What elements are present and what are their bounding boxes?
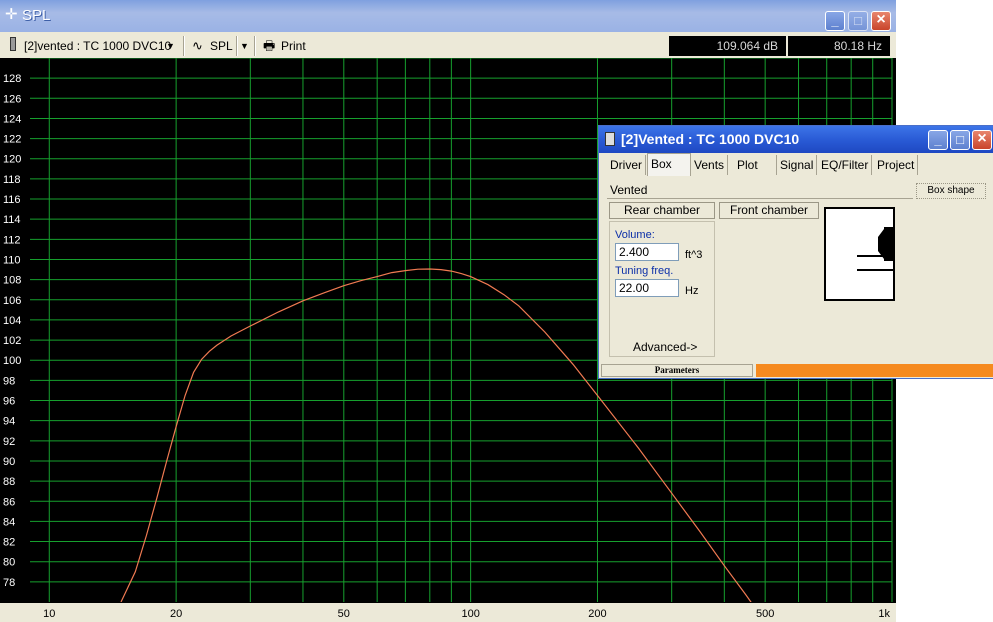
volume-input[interactable]: 2.400 bbox=[615, 243, 679, 261]
box-diagram bbox=[824, 207, 895, 301]
box-type-label: Vented bbox=[610, 183, 648, 197]
driver-dropdown-icon[interactable]: ▼ bbox=[166, 37, 175, 55]
x-tick-label: 200 bbox=[588, 608, 606, 620]
x-tick-label: 500 bbox=[756, 608, 774, 620]
spl-window-title: SPL bbox=[22, 7, 51, 24]
tab-signal[interactable]: Signal bbox=[777, 155, 818, 175]
advanced-button[interactable]: Advanced-> bbox=[633, 340, 697, 354]
y-tick-label: 100 bbox=[3, 355, 21, 367]
vented-window: [2]Vented : TC 1000 DVC10 _ □ × Driver B… bbox=[598, 125, 993, 379]
y-tick-label: 102 bbox=[3, 335, 21, 347]
x-tick-label: 20 bbox=[170, 608, 182, 620]
box-type-row: Vented bbox=[607, 180, 913, 199]
y-tick-label: 104 bbox=[3, 315, 21, 327]
x-tick-label: 50 bbox=[338, 608, 350, 620]
x-tick-label: 100 bbox=[461, 608, 479, 620]
driver-select[interactable]: [2]vented : TC 1000 DVC10 bbox=[24, 37, 171, 55]
progress-bar bbox=[756, 364, 993, 377]
y-tick-label: 116 bbox=[3, 194, 21, 206]
close-icon: × bbox=[876, 11, 886, 28]
y-tick-label: 118 bbox=[3, 174, 21, 186]
y-tick-label: 106 bbox=[3, 295, 21, 307]
y-tick-label: 124 bbox=[3, 113, 21, 125]
speaker-diagram-icon bbox=[857, 227, 893, 271]
tab-box[interactable]: Box bbox=[647, 153, 691, 176]
maximize-icon: □ bbox=[854, 13, 862, 28]
vented-window-title: [2]Vented : TC 1000 DVC10 bbox=[621, 131, 800, 147]
spl-titlebar[interactable]: ✛ SPL _ □ × bbox=[0, 0, 896, 32]
y-tick-label: 90 bbox=[3, 456, 15, 468]
close-icon: × bbox=[977, 130, 987, 147]
box-shape-button[interactable]: Box shape bbox=[916, 183, 986, 199]
frequency-readout: 80.18 Hz bbox=[788, 36, 890, 56]
progress-fill bbox=[756, 364, 993, 377]
driver-icon bbox=[605, 132, 615, 146]
volume-label: Volume: bbox=[615, 229, 655, 241]
minimize-button[interactable]: _ bbox=[825, 11, 845, 31]
y-tick-label: 128 bbox=[3, 73, 21, 85]
toolbar-separator bbox=[254, 36, 256, 56]
y-tick-label: 120 bbox=[3, 154, 21, 166]
front-chamber-button[interactable]: Front chamber bbox=[719, 202, 819, 219]
minimize-button[interactable]: _ bbox=[928, 130, 948, 150]
y-tick-label: 92 bbox=[3, 436, 15, 448]
y-tick-label: 82 bbox=[3, 537, 15, 549]
plot-dropdown-icon[interactable]: ▼ bbox=[240, 37, 249, 55]
tuning-freq-unit: Hz bbox=[685, 285, 699, 297]
close-button[interactable]: × bbox=[871, 11, 891, 31]
y-tick-label: 94 bbox=[3, 416, 15, 428]
printer-icon: 🖶 bbox=[263, 38, 276, 53]
rear-chamber-button[interactable]: Rear chamber bbox=[609, 202, 715, 219]
crosshair-icon: ✛ bbox=[5, 6, 18, 23]
x-tick-label: 10 bbox=[43, 608, 55, 620]
maximize-button[interactable]: □ bbox=[950, 130, 970, 150]
wave-icon: ∿ bbox=[192, 38, 203, 53]
y-tick-label: 126 bbox=[3, 93, 21, 105]
maximize-button[interactable]: □ bbox=[848, 11, 868, 31]
minimize-icon: _ bbox=[831, 13, 839, 28]
vented-titlebar[interactable]: [2]Vented : TC 1000 DVC10 _ □ × bbox=[599, 126, 993, 153]
driver-icon bbox=[10, 37, 16, 51]
y-tick-label: 88 bbox=[3, 476, 15, 488]
status-bar: Parameters bbox=[601, 364, 993, 377]
tab-eq-filter[interactable]: EQ/Filter bbox=[818, 155, 873, 175]
tuning-freq-label: Tuning freq. bbox=[615, 265, 674, 277]
spl-readout: 109.064 dB bbox=[669, 36, 786, 56]
maximize-icon: □ bbox=[956, 132, 964, 147]
print-button[interactable]: Print bbox=[281, 37, 306, 55]
y-tick-label: 110 bbox=[3, 254, 21, 266]
spl-toolbar: [2]vented : TC 1000 DVC10 ▼ ∿ SPL ▼ 🖶 Pr… bbox=[0, 33, 896, 59]
y-tick-label: 84 bbox=[3, 516, 15, 528]
chamber-panel: Volume: 2.400 ft^3 Tuning freq. 22.00 Hz… bbox=[609, 221, 715, 357]
tuning-freq-input[interactable]: 22.00 bbox=[615, 279, 679, 297]
plot-select[interactable]: SPL bbox=[210, 37, 233, 55]
tab-vents[interactable]: Vents bbox=[691, 155, 729, 175]
y-tick-label: 78 bbox=[3, 577, 15, 589]
y-tick-label: 80 bbox=[3, 557, 15, 569]
close-button[interactable]: × bbox=[972, 130, 992, 150]
x-tick-label: 1k bbox=[878, 608, 890, 620]
y-tick-label: 96 bbox=[3, 396, 15, 408]
tab-plot[interactable]: Plot bbox=[734, 155, 777, 175]
minimize-icon: _ bbox=[934, 132, 942, 147]
y-tick-label: 98 bbox=[3, 375, 15, 387]
y-tick-label: 108 bbox=[3, 275, 21, 287]
status-label: Parameters bbox=[601, 364, 753, 377]
toolbar-separator bbox=[236, 36, 238, 56]
tab-driver[interactable]: Driver bbox=[607, 155, 646, 175]
volume-unit: ft^3 bbox=[685, 249, 703, 261]
y-tick-label: 86 bbox=[3, 496, 15, 508]
toolbar-separator bbox=[183, 36, 185, 56]
y-tick-label: 122 bbox=[3, 134, 21, 146]
y-tick-label: 112 bbox=[3, 234, 21, 246]
y-tick-label: 114 bbox=[3, 214, 21, 226]
tab-project[interactable]: Project bbox=[874, 155, 919, 175]
